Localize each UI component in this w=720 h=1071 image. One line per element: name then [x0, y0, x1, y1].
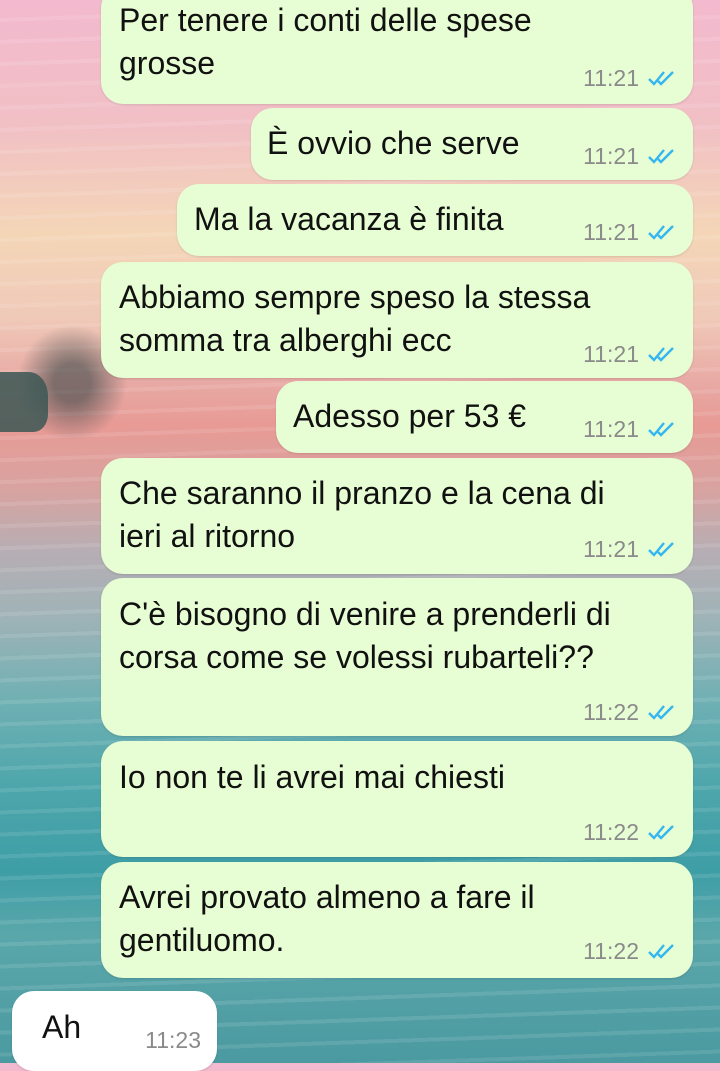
message-text-line: grosse: [119, 45, 216, 81]
message-timestamp: 11:21: [583, 143, 639, 169]
outgoing-message[interactable]: Avrei provato almeno a fare il gentiluom…: [101, 862, 693, 978]
message-text-line: Avrei provato almeno a fare il: [119, 879, 535, 915]
incoming-message[interactable]: Ah 11:23: [12, 991, 217, 1071]
message-timestamp: 11:22: [583, 938, 639, 964]
message-text-line: somma tra alberghi ecc: [119, 322, 452, 358]
message-timestamp: 11:21: [583, 219, 639, 245]
outgoing-message[interactable]: Adesso per 53 € 11:21: [276, 381, 693, 453]
wallpaper-island: [0, 372, 48, 432]
message-meta: 11:21: [583, 536, 677, 562]
message-text-line: corsa come se volessi rubarteli??: [119, 639, 594, 675]
outgoing-message[interactable]: Abbiamo sempre speso la stessa somma tra…: [101, 262, 693, 378]
outgoing-message[interactable]: Per tenere i conti delle spese grosse 11…: [101, 0, 693, 104]
read-double-check-icon: [647, 823, 677, 841]
message-meta: 11:21: [583, 65, 677, 91]
outgoing-message[interactable]: Che saranno il pranzo e la cena di ieri …: [101, 458, 693, 574]
message-meta: 11:23: [145, 1027, 201, 1053]
read-double-check-icon: [647, 942, 677, 960]
read-double-check-icon: [647, 345, 677, 363]
message-meta: 11:21: [583, 143, 677, 169]
message-meta: 11:22: [583, 699, 677, 725]
outgoing-message[interactable]: Ma la vacanza è finita 11:21: [177, 184, 693, 256]
message-text-line: C'è bisogno di venire a prenderli di: [119, 596, 611, 632]
message-timestamp: 11:22: [583, 699, 639, 725]
message-text-line: Ah: [42, 1009, 82, 1045]
message-meta: 11:21: [583, 416, 677, 442]
read-double-check-icon: [647, 420, 677, 438]
message-timestamp: 11:21: [583, 341, 639, 367]
message-text-line: Io non te li avrei mai chiesti: [119, 759, 505, 795]
message-meta: 11:21: [583, 341, 677, 367]
message-timestamp: 11:21: [583, 65, 639, 91]
read-double-check-icon: [647, 703, 677, 721]
message-text-line: Abbiamo sempre speso la stessa: [119, 279, 591, 315]
message-text-line: Ma la vacanza è finita: [194, 201, 504, 237]
message-timestamp: 11:21: [583, 416, 639, 442]
message-meta: 11:22: [583, 938, 677, 964]
message-text-line: È ovvio che serve: [267, 125, 520, 161]
outgoing-message[interactable]: C'è bisogno di venire a prenderli di cor…: [101, 578, 693, 736]
message-text-line: ieri al ritorno: [119, 518, 296, 554]
message-text-line: Adesso per 53 €: [293, 398, 527, 434]
message-text-line: Per tenere i conti delle spese: [119, 2, 532, 38]
read-double-check-icon: [647, 223, 677, 241]
outgoing-message[interactable]: Io non te li avrei mai chiesti 11:22: [101, 741, 693, 857]
read-double-check-icon: [647, 147, 677, 165]
read-double-check-icon: [647, 69, 677, 87]
message-meta: 11:21: [583, 219, 677, 245]
read-double-check-icon: [647, 540, 677, 558]
message-text-line: Che saranno il pranzo e la cena di: [119, 475, 605, 511]
message-timestamp: 11:21: [583, 536, 639, 562]
message-text-line: gentiluomo.: [119, 922, 285, 958]
message-meta: 11:22: [583, 819, 677, 845]
outgoing-message[interactable]: È ovvio che serve 11:21: [251, 108, 693, 180]
message-timestamp: 11:22: [583, 819, 639, 845]
message-timestamp: 11:23: [145, 1027, 201, 1053]
